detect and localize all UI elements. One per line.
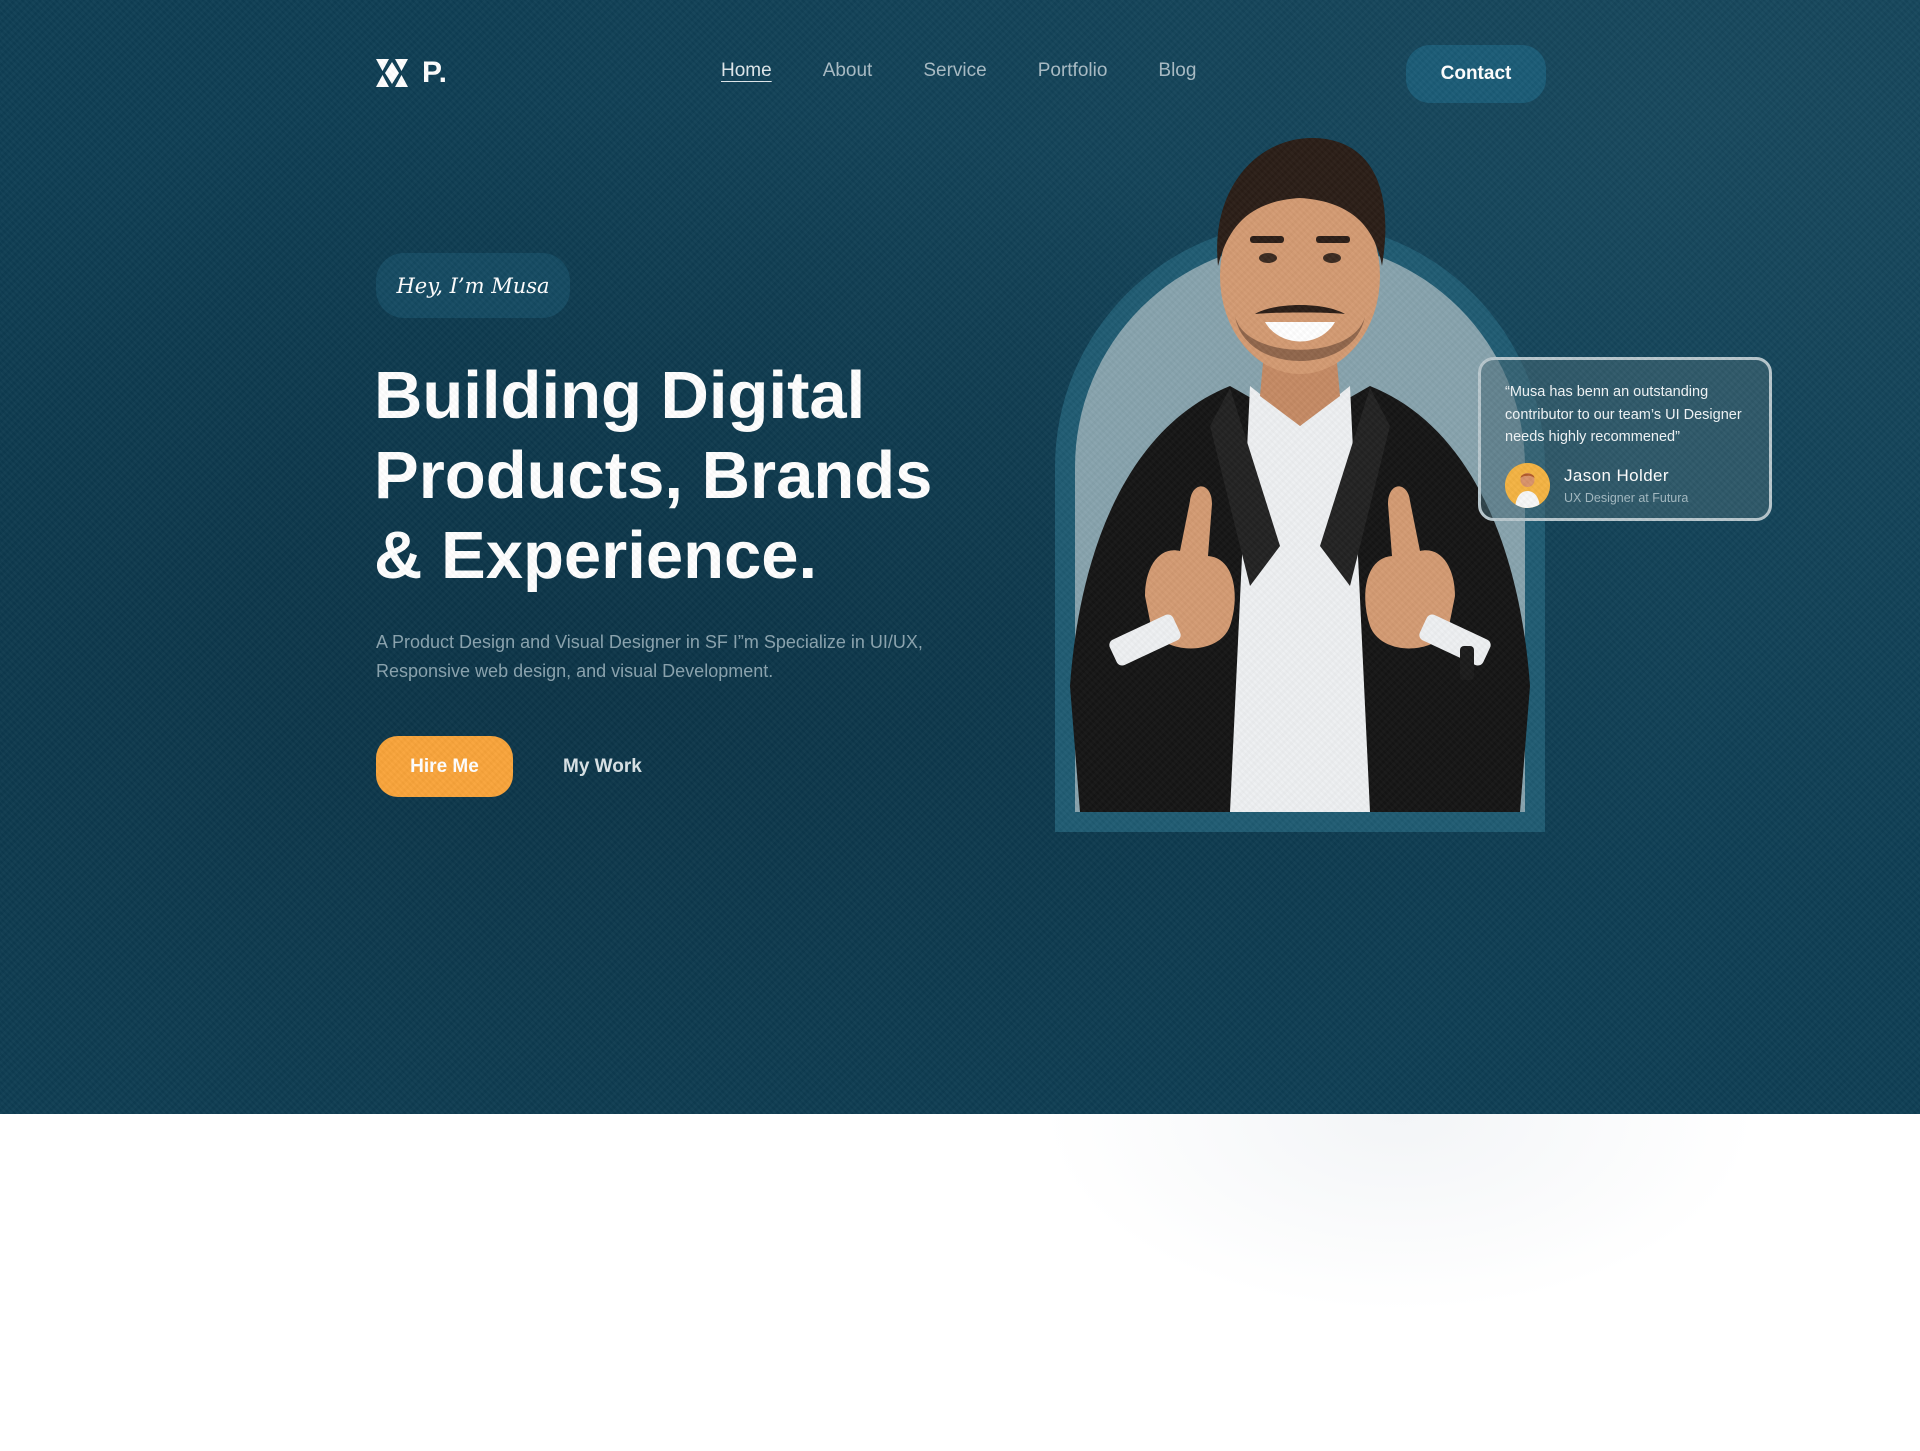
main-nav: Home About Service Portfolio Blog [721, 58, 1196, 84]
greeting-badge: Hey, I’m Musa [376, 253, 570, 318]
author-details: Jason Holder UX Designer at Futura [1564, 466, 1688, 505]
nav-item-portfolio[interactable]: Portfolio [1038, 60, 1108, 82]
hero-subtitle: A Product Design and Visual Designer in … [376, 632, 923, 681]
hire-me-button[interactable]: Hire Me [376, 736, 513, 797]
hero-section: P. Home About Service Portfolio Blog Con… [0, 0, 1920, 1114]
nav-item-home[interactable]: Home [721, 60, 772, 82]
logo-text: P. [422, 56, 448, 89]
brand-logo[interactable]: P. [376, 56, 448, 89]
author-name: Jason Holder [1564, 465, 1669, 485]
below-fold-section [0, 1114, 1920, 1451]
nav-item-service[interactable]: Service [923, 60, 986, 82]
nav-item-about[interactable]: About [823, 60, 873, 82]
headline-line: & Experience. [374, 518, 818, 593]
my-work-link[interactable]: My Work [563, 756, 642, 778]
testimonial-card: “Musa has benn an outstanding contributo… [1478, 357, 1772, 521]
testimonial-author: Jason Holder UX Designer at Futura [1505, 462, 1747, 508]
nav-item-blog[interactable]: Blog [1158, 60, 1196, 82]
portrait-image [1050, 126, 1550, 812]
avatar [1505, 462, 1550, 508]
person-avatar-icon [1505, 462, 1550, 508]
contact-button[interactable]: Contact [1406, 45, 1546, 103]
author-role: UX Designer at Futura [1564, 490, 1689, 505]
headline-line: Building Digital [374, 358, 866, 433]
hero-headline: Building Digital Products, Brands & Expe… [374, 356, 994, 596]
hourglass-x-logo-icon [376, 59, 408, 87]
testimonial-quote: “Musa has benn an outstanding contributo… [1505, 384, 1742, 445]
person-illustration [1070, 137, 1530, 812]
headline-line: Products, Brands [374, 438, 933, 513]
